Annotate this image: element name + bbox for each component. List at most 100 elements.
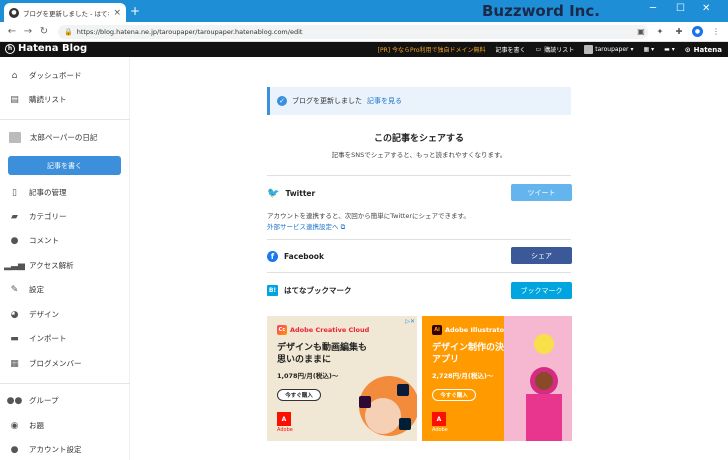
adobe-label: Adobe [277,427,293,433]
hatebu-label: はてなブックマーク [284,286,352,295]
forward-icon[interactable]: → [20,26,36,37]
address-bar: ← → ↻ 🔒 https://blog.hatena.ne.jp/taroup… [0,22,728,42]
tab-close-icon[interactable]: × [113,8,121,18]
reload-icon[interactable]: ↻ [36,26,52,37]
sidebar-item-label: お題 [29,421,44,430]
sidebar-item-settings[interactable]: ✎ 設定 [9,284,44,295]
group-icon: ●● [6,395,23,406]
sidebar-item-label: ブログメンバー [29,359,82,368]
ad-choices-icon[interactable]: ▷✕ [405,318,415,325]
sidebar-item-comment[interactable]: ● コメント [9,235,59,246]
ad-illustration [504,316,572,441]
maximize-icon[interactable]: ☐ [676,3,685,14]
chevron-down-icon: ▾ [630,46,634,53]
sidebar-divider [0,383,130,384]
sidebar-item-category[interactable]: ▰ カテゴリー [9,211,67,222]
creative-cloud-logo-icon: Cc [277,325,287,335]
header-write-link[interactable]: 記事を書く [496,45,526,54]
sidebar-item-articles[interactable]: ▯ 記事の管理 [9,187,66,198]
watermark: Buzzword Inc. [482,2,600,20]
account-icon: ● [10,444,19,455]
pro-promo-link[interactable]: [PR] 今ならPro利用で独自ドメイン無料 [378,45,486,54]
puzzle-icon[interactable]: ✚ [673,25,685,37]
share-subtitle: 記事をSNSでシェアすると、もっと読まれやすくなります。 [331,151,507,159]
reader-icon: ▭ [535,46,542,53]
sidebar-item-members[interactable]: ▦ ブログメンバー [9,358,82,369]
minimize-icon[interactable]: ─ [650,3,656,14]
back-icon[interactable]: ← [4,26,20,37]
odai-icon: ◉ [10,420,19,431]
ad-illustrator[interactable]: ▷✕ Ai Adobe Illustrator デザイン制作の決定版アプリ 2,… [422,316,572,441]
hatebu-row: B! はてなブックマーク [267,285,352,296]
twitter-description: アカウントを連携すると、次回から簡単にTwitterにシェアできます。 [267,212,470,220]
ad-creative-cloud[interactable]: ▷✕ Cc Adobe Creative Cloud デザインも動画編集も思いの… [267,316,417,441]
url-field[interactable]: 🔒 https://blog.hatena.ne.jp/taroupaper/t… [58,25,648,39]
apps-grid-icon[interactable]: ▦ ▾ [644,46,655,53]
external-service-link[interactable]: 外部サービス連携設定へ ⧉ [267,221,345,232]
notification-icon[interactable]: ▬ ▾ [664,46,675,53]
header-reader-link[interactable]: ▭ 購読リスト [536,45,575,54]
new-tab-icon[interactable]: + [130,5,140,17]
sidebar-item-analytics[interactable]: ▂▃▅ アクセス解析 [4,260,74,271]
facebook-row: f Facebook [267,251,324,262]
hatena-label: Hatena [693,45,722,54]
browser-toolbar: ▣ ✦ ✚ ● ⋮ [635,25,722,37]
sidebar-item-blog[interactable]: 太郎ペーパーの日記 [9,132,97,143]
ad-price: 2,728円/月(税込)～ [432,372,494,380]
facebook-label: Facebook [284,252,324,261]
close-window-icon[interactable]: ✕ [702,3,710,14]
sidebar-item-label: 購読リスト [29,95,67,104]
hatena-blog-logo[interactable]: h Hatena Blog [5,43,87,54]
sidebar-item-label: 太郎ペーパーの日記 [30,133,98,142]
logo-text: Hatena Blog [18,43,88,54]
document-icon: ▯ [12,187,17,198]
sidebar-item-subscriptions[interactable]: ▤ 購読リスト [9,94,67,105]
divider [267,272,571,273]
extension-icon[interactable]: ▣ [635,25,647,37]
success-notice: ✓ ブログを更新しました 記事を見る [267,87,571,115]
ad-brand-name: Adobe Illustrator [445,326,508,334]
sidebar-item-label: ダッシュボード [29,71,82,80]
sidebar-item-groups[interactable]: ●● グループ [6,395,59,406]
share-title: この記事をシェアする [373,134,464,144]
ad-price: 1,078円/月(税込)～ [277,372,339,380]
hatena-logo-icon: h [5,43,15,54]
facebook-share-button[interactable]: シェア [511,247,572,264]
facebook-icon: f [267,251,278,262]
home-icon: ⌂ [11,70,18,81]
write-article-button[interactable]: 記事を書く [8,156,121,175]
folder-icon: ▰ [11,211,18,222]
hatena-small-icon: ⊙ [684,45,691,54]
user-menu[interactable]: taroupaper ▾ [584,45,634,54]
blog-thumbnail [9,132,21,143]
hatena-header: h Hatena Blog [PR] 今ならPro利用で独自ドメイン無料 記事を… [0,42,728,57]
lock-icon: 🔒 [64,28,73,36]
divider [267,239,571,240]
twitter-row: 🐦 Twitter [267,188,315,199]
view-article-link[interactable]: 記事を見る [367,96,402,106]
profile-icon[interactable]: ● [692,25,703,37]
sidebar-item-account[interactable]: ● アカウント設定 [9,444,82,455]
hatena-favicon-icon: ● [9,7,19,18]
browser-tab[interactable]: ● ブログを更新しました - はてなブログ × [4,3,126,22]
bookmark-button[interactable]: ブックマーク [511,282,572,299]
sidebar-item-label: アクセス解析 [29,261,74,270]
external-link-icon: ⧉ [340,223,346,231]
hatena-link[interactable]: ⊙ Hatena [685,46,722,54]
sidebar-item-design[interactable]: ◕ デザイン [9,309,59,320]
menu-icon[interactable]: ⋮ [710,25,722,37]
ad-buy-button[interactable]: 今すぐ購入 [277,389,321,401]
twitter-icon: 🐦 [267,188,280,199]
chart-icon: ▂▃▅ [4,260,25,271]
sidebar-item-label: デザイン [29,310,59,319]
sidebar-item-odai[interactable]: ◉ お題 [9,420,44,431]
ad-illustration [359,376,417,436]
sidebar-item-label: カテゴリー [29,212,67,221]
ad-buy-button[interactable]: 今すぐ購入 [432,389,476,401]
tweet-button[interactable]: ツイート [511,184,572,201]
divider [267,175,571,176]
ad-brand-name: Adobe Creative Cloud [290,326,370,334]
bird-extension-icon[interactable]: ✦ [654,25,666,37]
sidebar-item-import[interactable]: ▬ インポート [9,333,66,344]
sidebar-item-dashboard[interactable]: ⌂ ダッシュボード [9,70,82,81]
